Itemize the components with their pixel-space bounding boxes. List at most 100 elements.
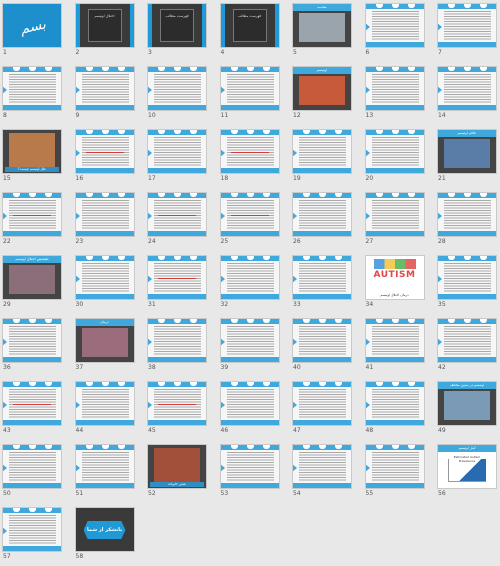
slide-preview[interactable] xyxy=(437,318,497,363)
slide-thumbnail-6[interactable]: 6 xyxy=(364,3,425,61)
slide-thumbnail-24[interactable]: 24 xyxy=(147,192,207,250)
slide-thumbnail-26[interactable]: 26 xyxy=(292,192,352,250)
slide-preview[interactable] xyxy=(74,129,135,174)
slide-thumbnail-30[interactable]: 30 xyxy=(74,255,135,313)
slide-thumbnail-42[interactable]: 42 xyxy=(437,318,497,376)
slide-thumbnail-36[interactable]: 36 xyxy=(2,318,62,376)
slide-thumbnail-10[interactable]: 10 xyxy=(147,66,207,124)
slide-thumbnail-52[interactable]: نقش خانواده 52 xyxy=(147,444,207,502)
slide-preview[interactable] xyxy=(2,192,62,237)
slide-preview[interactable]: بسم الله xyxy=(2,3,62,48)
slide-thumbnail-3[interactable]: فهرست مطالب 3 xyxy=(147,3,207,61)
slide-preview[interactable] xyxy=(2,66,62,111)
slide-thumbnail-7[interactable]: 7 xyxy=(437,3,497,61)
slide-preview[interactable] xyxy=(364,444,425,489)
slide-thumbnail-34[interactable]: AUTISM درمان اختلال اوتیسم 34 xyxy=(364,255,425,313)
slide-preview[interactable] xyxy=(147,318,207,363)
slide-thumbnail-44[interactable]: 44 xyxy=(74,381,135,439)
slide-preview[interactable] xyxy=(292,255,352,300)
slide-preview[interactable] xyxy=(2,381,62,426)
slide-thumbnail-8[interactable]: 8 xyxy=(2,66,62,124)
slide-preview[interactable] xyxy=(292,381,352,426)
slide-preview[interactable]: نقش خانواده xyxy=(147,444,207,489)
slide-thumbnail-12[interactable]: اوتیسم 12 xyxy=(292,66,352,124)
slide-thumbnail-56[interactable]: آمار اوتیسمEstimated Autism Prevalence56 xyxy=(437,444,497,502)
slide-thumbnail-4[interactable]: فهرست مطالب 4 xyxy=(219,3,280,61)
slide-preview[interactable] xyxy=(74,66,135,111)
slide-preview[interactable] xyxy=(219,381,280,426)
slide-thumbnail-31[interactable]: 31 xyxy=(147,255,207,313)
slide-thumbnail-13[interactable]: 13 xyxy=(364,66,425,124)
slide-preview[interactable] xyxy=(2,507,62,552)
slide-thumbnail-9[interactable]: 9 xyxy=(74,66,135,124)
slide-preview[interactable] xyxy=(219,66,280,111)
slide-preview[interactable] xyxy=(147,66,207,111)
slide-thumbnail-22[interactable]: 22 xyxy=(2,192,62,250)
slide-preview[interactable] xyxy=(74,255,135,300)
slide-preview[interactable]: اختلال اوتیسم xyxy=(74,3,135,48)
slide-preview[interactable] xyxy=(2,318,62,363)
slide-preview[interactable] xyxy=(219,129,280,174)
slide-preview[interactable]: فهرست مطالب xyxy=(147,3,207,48)
slide-preview[interactable] xyxy=(219,318,280,363)
slide-thumbnail-1[interactable]: بسم الله 1 xyxy=(2,3,62,61)
slide-thumbnail-15[interactable]: علل اوتیسم چیست؟ 15 xyxy=(2,129,62,187)
slide-preview[interactable]: AUTISM درمان اختلال اوتیسم xyxy=(364,255,425,300)
slide-thumbnail-28[interactable]: 28 xyxy=(437,192,497,250)
slide-thumbnail-51[interactable]: 51 xyxy=(74,444,135,502)
slide-thumbnail-55[interactable]: 55 xyxy=(364,444,425,502)
slide-thumbnail-20[interactable]: 20 xyxy=(364,129,425,187)
slide-thumbnail-57[interactable]: 57 xyxy=(2,507,62,565)
slide-preview[interactable] xyxy=(292,444,352,489)
slide-preview[interactable]: باتشکر از شما xyxy=(74,507,135,552)
slide-preview[interactable]: مقدمه xyxy=(292,3,352,48)
slide-thumbnail-23[interactable]: 23 xyxy=(74,192,135,250)
slide-preview[interactable]: آمار اوتیسمEstimated Autism Prevalence xyxy=(437,444,497,489)
slide-thumbnail-38[interactable]: 38 xyxy=(147,318,207,376)
slide-preview[interactable] xyxy=(437,255,497,300)
slide-thumbnail-21[interactable]: علائم اوتیسم 21 xyxy=(437,129,497,187)
slide-preview[interactable]: درمان xyxy=(74,318,135,363)
slide-thumbnail-27[interactable]: 27 xyxy=(364,192,425,250)
slide-thumbnail-29[interactable]: تشخیص اختلال اوتیسم 29 xyxy=(2,255,62,313)
slide-preview[interactable]: اوتیسم xyxy=(292,66,352,111)
slide-preview[interactable] xyxy=(74,381,135,426)
slide-thumbnail-14[interactable]: 14 xyxy=(437,66,497,124)
slide-preview[interactable]: علائم اوتیسم xyxy=(437,129,497,174)
slide-preview[interactable]: اوتیسم در سنین مختلف xyxy=(437,381,497,426)
slide-preview[interactable] xyxy=(292,318,352,363)
slide-thumbnail-40[interactable]: 40 xyxy=(292,318,352,376)
slide-thumbnail-39[interactable]: 39 xyxy=(219,318,280,376)
slide-preview[interactable] xyxy=(364,192,425,237)
slide-preview[interactable] xyxy=(364,3,425,48)
slide-thumbnail-53[interactable]: 53 xyxy=(219,444,280,502)
slide-thumbnail-47[interactable]: 47 xyxy=(292,381,352,439)
slide-preview[interactable] xyxy=(219,192,280,237)
slide-preview[interactable] xyxy=(147,381,207,426)
slide-thumbnail-16[interactable]: 16 xyxy=(74,129,135,187)
slide-thumbnail-35[interactable]: 35 xyxy=(437,255,497,313)
slide-preview[interactable] xyxy=(219,444,280,489)
slide-preview[interactable] xyxy=(292,192,352,237)
slide-preview[interactable] xyxy=(437,3,497,48)
slide-preview[interactable] xyxy=(364,129,425,174)
slide-thumbnail-50[interactable]: 50 xyxy=(2,444,62,502)
slide-thumbnail-5[interactable]: مقدمه 5 xyxy=(292,3,352,61)
slide-preview[interactable] xyxy=(364,318,425,363)
slide-thumbnail-37[interactable]: درمان 37 xyxy=(74,318,135,376)
slide-thumbnail-48[interactable]: 48 xyxy=(364,381,425,439)
slide-thumbnail-32[interactable]: 32 xyxy=(219,255,280,313)
slide-thumbnail-43[interactable]: 43 xyxy=(2,381,62,439)
slide-preview[interactable] xyxy=(219,255,280,300)
slide-preview[interactable] xyxy=(74,444,135,489)
slide-thumbnail-2[interactable]: اختلال اوتیسم 2 xyxy=(74,3,135,61)
slide-preview[interactable] xyxy=(292,129,352,174)
slide-thumbnail-17[interactable]: 17 xyxy=(147,129,207,187)
slide-preview[interactable] xyxy=(437,66,497,111)
slide-thumbnail-33[interactable]: 33 xyxy=(292,255,352,313)
slide-thumbnail-45[interactable]: 45 xyxy=(147,381,207,439)
slide-preview[interactable] xyxy=(2,444,62,489)
slide-preview[interactable]: فهرست مطالب xyxy=(219,3,280,48)
slide-preview[interactable] xyxy=(437,192,497,237)
slide-thumbnail-58[interactable]: باتشکر از شما 58 xyxy=(74,507,135,565)
